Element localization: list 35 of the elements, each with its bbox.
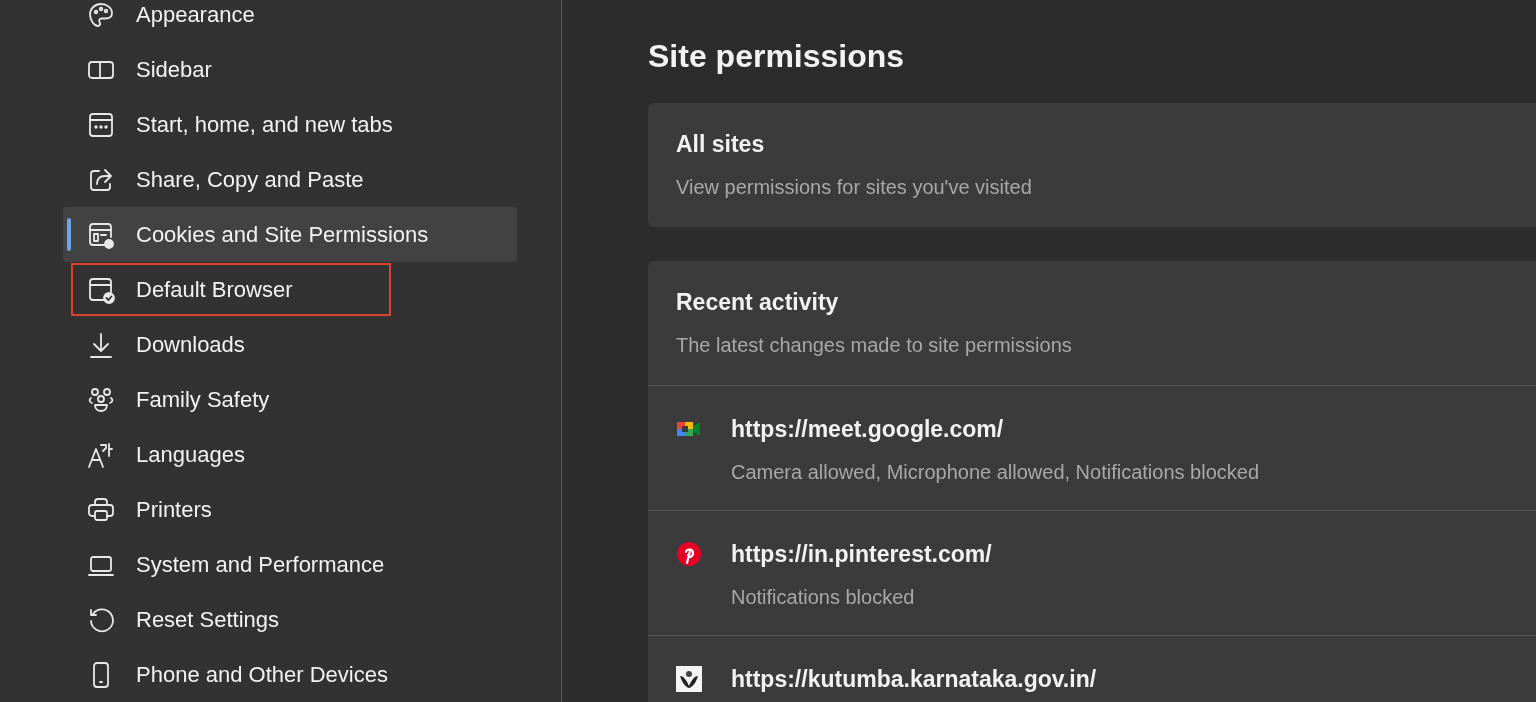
card-description: View permissions for sites you've visited [676, 176, 1033, 199]
window-check-icon [87, 275, 115, 304]
all-sites-card[interactable]: All sites View permissions for sites you've visited [648, 103, 1536, 227]
site-url[interactable]: https://meet.google.com/ [731, 416, 1260, 443]
sidebar-item[interactable]: Appearance [63, 0, 517, 42]
sidebar-item[interactable]: Default Browser [70, 262, 392, 317]
sidebar-item[interactable]: Start, home, and new tabs [63, 97, 517, 152]
page-title: Site permissions [648, 38, 906, 75]
site-url[interactable]: https://kutumba.karnataka.gov.in/ [731, 666, 1097, 693]
printer-icon [87, 495, 115, 524]
sidebar-item[interactable]: Share, Copy and Paste [63, 152, 517, 207]
sidebar-item[interactable]: Sidebar [63, 42, 517, 97]
languages-icon [87, 440, 115, 469]
download-icon [87, 330, 115, 359]
card-title: All sites [676, 131, 766, 158]
sidebar-item[interactable]: Reset Settings [63, 592, 517, 647]
pin-logo-icon [676, 541, 702, 567]
sidebar-item[interactable]: Printers [63, 482, 517, 537]
sidebar-item[interactable]: Cookies and Site Permissions [63, 207, 517, 262]
window-icon [87, 110, 115, 139]
palette-icon [87, 0, 115, 29]
card-title: Recent activity [676, 289, 840, 316]
sidebar-item[interactable]: Downloads [63, 317, 517, 372]
card-description: The latest changes made to site permissions [676, 334, 1073, 357]
emblem-icon [676, 666, 702, 692]
sidebar-item[interactable]: Phone and Other Devices [63, 647, 517, 702]
permission-summary: Camera allowed, Microphone allowed, Notifications blocked [731, 461, 1260, 484]
sidebar-item[interactable]: Languages [63, 427, 517, 482]
people-icon [87, 385, 115, 414]
window-gear-icon [87, 220, 115, 249]
reset-icon [87, 605, 115, 634]
permission-summary: Notifications blocked [731, 586, 916, 609]
sidebar-item[interactable]: System and Performance [63, 537, 517, 592]
site-url[interactable]: https://in.pinterest.com/ [731, 541, 992, 568]
sidebar-item[interactable]: Family Safety [63, 372, 517, 427]
